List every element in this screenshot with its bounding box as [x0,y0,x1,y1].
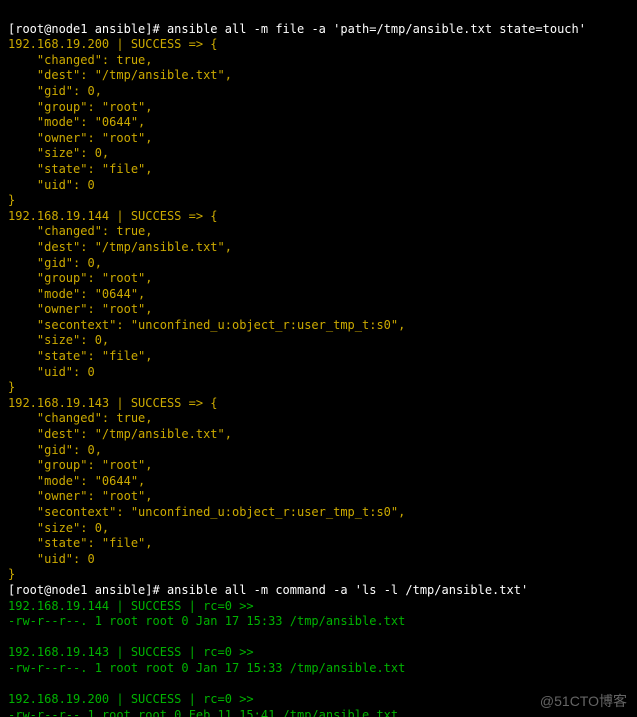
result-line: "mode": "0644", [8,115,153,129]
result-line: "gid": 0, [8,443,109,457]
result-line: "uid": 0 [8,178,95,192]
result-line: } [8,567,15,581]
result-line: "gid": 0, [8,256,109,270]
command-1: ansible all -m file -a 'path=/tmp/ansibl… [167,22,586,36]
result-line: "secontext": "unconfined_u:object_r:user… [8,505,413,519]
result-line: "state": "file", [8,349,160,363]
watermark: @51CTO博客 [540,691,627,711]
result-line: "dest": "/tmp/ansible.txt", [8,68,239,82]
terminal[interactable]: [root@node1 ansible]# ansible all -m fil… [0,0,637,717]
cmd-result-header-1: 192.168.19.143 | SUCCESS | rc=0 >> [8,645,254,659]
result-line: "changed": true, [8,53,160,67]
result-line: "state": "file", [8,162,160,176]
result-header-2: 192.168.19.143 | SUCCESS => { [8,396,218,410]
cmd-result-header-2: 192.168.19.200 | SUCCESS | rc=0 >> [8,692,254,706]
prompt: [root@node1 ansible]# [8,583,167,597]
cmd-result-line-1: -rw-r--r--. 1 root root 0 Jan 17 15:33 /… [8,661,405,675]
prompt: [root@node1 ansible]# [8,22,167,36]
result-line: "group": "root", [8,100,160,114]
result-header-1: 192.168.19.144 | SUCCESS => { [8,209,218,223]
result-line: "secontext": "unconfined_u:object_r:user… [8,318,413,332]
result-line: "dest": "/tmp/ansible.txt", [8,427,239,441]
result-header-0: 192.168.19.200 | SUCCESS => { [8,37,218,51]
result-line: "dest": "/tmp/ansible.txt", [8,240,239,254]
result-line: } [8,193,15,207]
command-2: ansible all -m command -a 'ls -l /tmp/an… [167,583,528,597]
result-line: "size": 0, [8,333,116,347]
result-line: } [8,380,15,394]
result-line: "size": 0, [8,521,116,535]
cmd-result-line-0: -rw-r--r--. 1 root root 0 Jan 17 15:33 /… [8,614,405,628]
result-line: "changed": true, [8,411,160,425]
result-line: "uid": 0 [8,365,95,379]
result-line: "mode": "0644", [8,474,153,488]
result-line: "state": "file", [8,536,160,550]
cmd-result-line-2: -rw-r--r-- 1 root root 0 Feb 11 15:41 /t… [8,708,398,717]
result-line: "mode": "0644", [8,287,153,301]
result-line: "size": 0, [8,146,116,160]
result-line: "group": "root", [8,271,160,285]
result-line: "changed": true, [8,224,160,238]
result-line: "gid": 0, [8,84,109,98]
result-line: "owner": "root", [8,131,160,145]
result-line: "owner": "root", [8,302,160,316]
result-line: "group": "root", [8,458,160,472]
result-line: "uid": 0 [8,552,95,566]
cmd-result-header-0: 192.168.19.144 | SUCCESS | rc=0 >> [8,599,254,613]
result-line: "owner": "root", [8,489,160,503]
